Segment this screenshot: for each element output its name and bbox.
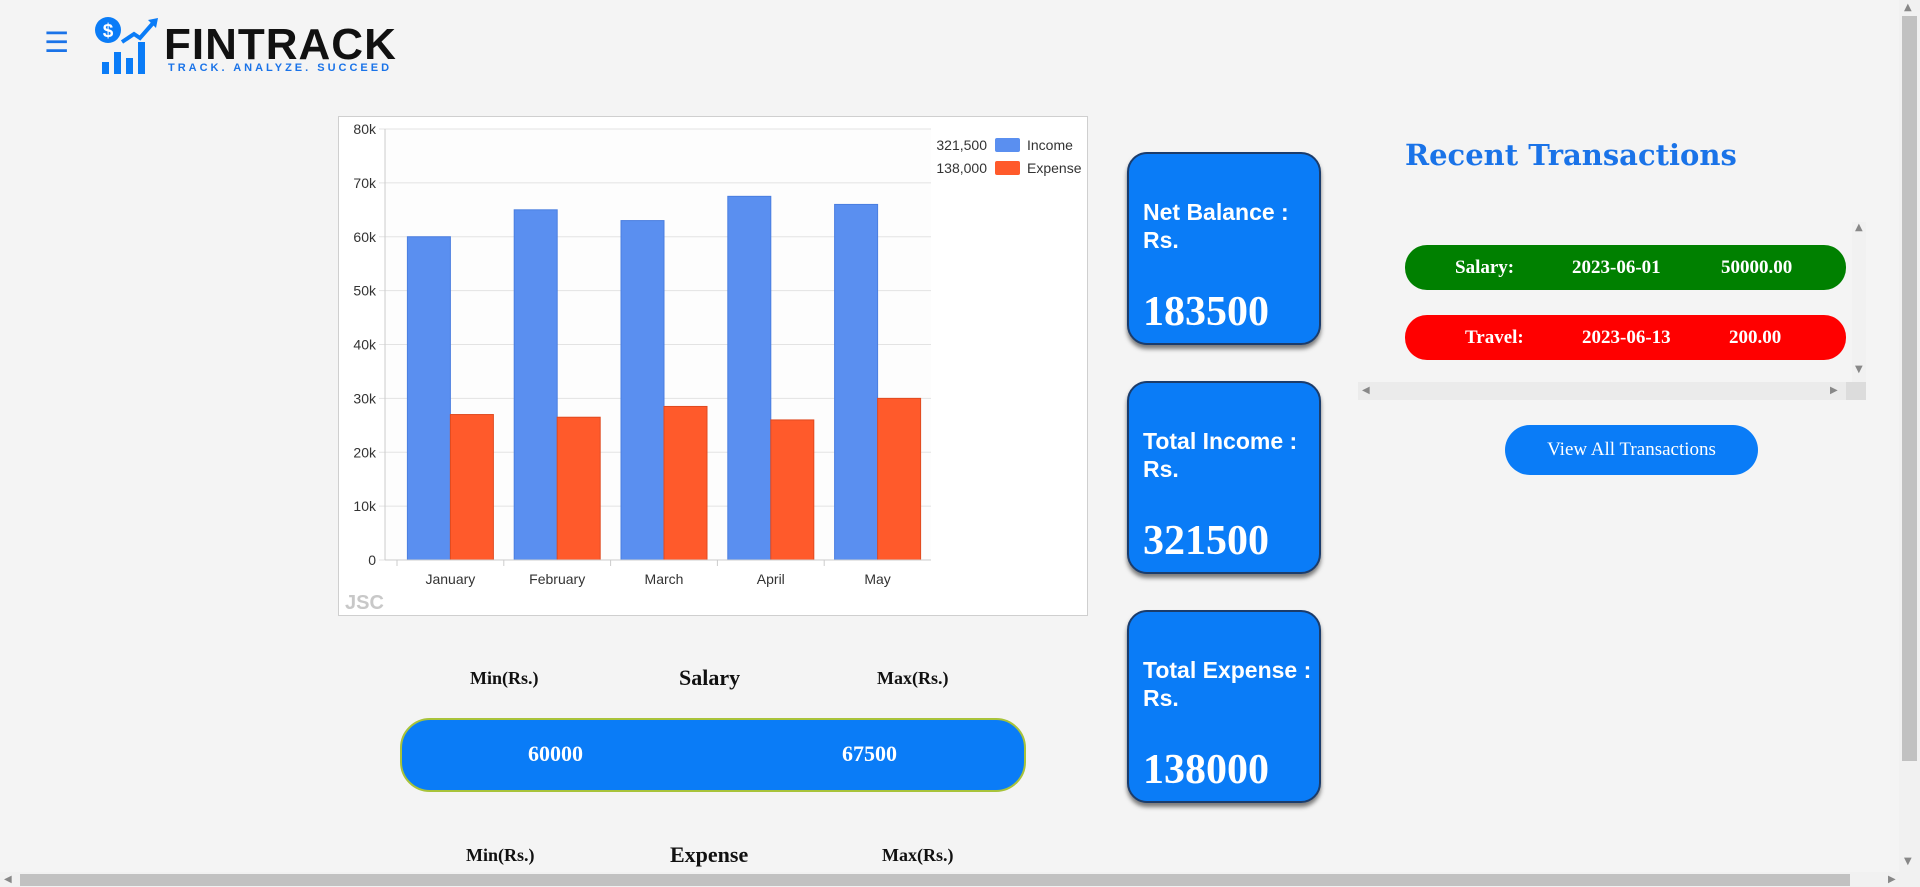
chart-watermark: JSC (345, 592, 384, 614)
bar-expense (556, 416, 601, 561)
transaction-amount: 200.00 (1729, 327, 1782, 348)
y-tick-label: 70k (353, 175, 377, 191)
y-tick-label: 60k (353, 229, 377, 245)
transaction-date: 2023-06-01 (1572, 257, 1661, 278)
total-expense-card: Total Expense : Rs. 138000 (1127, 610, 1321, 803)
page-vertical-scrollbar[interactable]: ▲ ▼ (1899, 0, 1920, 872)
page-scroll-down-icon[interactable]: ▼ (1904, 856, 1912, 867)
salary-range-pill: 60000 67500 (400, 718, 1026, 792)
total-expense-title: Total Expense : Rs. (1143, 657, 1312, 711)
y-tick-label: 50k (353, 283, 377, 299)
bar-income (834, 203, 879, 561)
legend-total: 321,500 (936, 137, 987, 153)
transactions-horizontal-scrollbar[interactable]: ◀ ▶ (1358, 382, 1866, 400)
y-tick-label: 80k (353, 121, 377, 137)
page-horizontal-scrollbar[interactable]: ◀ ▶ (0, 872, 1920, 887)
recent-transactions-title: Recent Transactions (1405, 138, 1737, 172)
bar-expense (449, 414, 494, 561)
salary-max-value: 67500 (842, 741, 897, 766)
page-scroll-right-icon[interactable]: ▶ (1888, 874, 1896, 885)
bar-income (406, 236, 451, 561)
bar-income (727, 195, 772, 561)
legend-label: Income (1027, 137, 1073, 153)
brand-tagline: TRACK. ANALYZE. SUCCEED (168, 62, 393, 74)
expense-min-label: Min(Rs.) (466, 845, 535, 865)
logo-chart-icon: $ (95, 17, 158, 74)
legend-total: 138,000 (936, 160, 987, 176)
bar-income (513, 209, 558, 561)
y-tick-label: 0 (368, 552, 376, 568)
x-tick-label: January (425, 571, 475, 587)
expense-max-label: Max(Rs.) (882, 845, 954, 865)
scroll-down-icon[interactable]: ▼ (1855, 364, 1863, 375)
logo[interactable]: $ FINTRACK TRACK. ANALYZE. SUCCEED (94, 16, 414, 76)
net-balance-card: Net Balance : Rs. 183500 (1127, 152, 1321, 345)
y-tick-label: 30k (353, 390, 377, 406)
page-vertical-scroll-thumb[interactable] (1902, 16, 1917, 761)
salary-min-value: 60000 (528, 741, 583, 766)
transactions-vertical-scrollbar[interactable]: ▲ ▼ (1852, 222, 1866, 382)
scroll-left-icon[interactable]: ◀ (1362, 385, 1370, 396)
y-tick-label: 20k (353, 444, 377, 460)
page-horizontal-scroll-thumb[interactable] (20, 874, 1850, 886)
salary-min-label: Min(Rs.) (470, 668, 539, 688)
transaction-category: Travel: (1465, 327, 1524, 348)
view-all-transactions-button[interactable]: View All Transactions (1505, 425, 1758, 475)
bar-expense (663, 405, 708, 561)
legend-swatch (995, 161, 1020, 175)
salary-max-label: Max(Rs.) (877, 668, 949, 688)
legend-label: Expense (1027, 160, 1082, 176)
page-scroll-up-icon[interactable]: ▲ (1904, 2, 1912, 13)
y-tick-label: 40k (353, 337, 377, 353)
total-income-title: Total Income : Rs. (1143, 428, 1298, 482)
bar-income (620, 220, 665, 561)
legend-swatch (995, 138, 1020, 152)
svg-text:$: $ (103, 21, 114, 42)
scroll-up-icon[interactable]: ▲ (1855, 222, 1863, 233)
page-scroll-left-icon[interactable]: ◀ (4, 874, 12, 885)
transaction-row[interactable]: Salary: 2023-06-01 50000.00 (1405, 245, 1846, 290)
transaction-amount: 50000.00 (1721, 257, 1793, 278)
net-balance-value: 183500 (1143, 289, 1269, 335)
y-tick-label: 10k (353, 498, 377, 514)
net-balance-title: Net Balance : Rs. (1143, 199, 1289, 253)
total-income-card: Total Income : Rs. 321500 (1127, 381, 1321, 574)
scroll-right-icon[interactable]: ▶ (1830, 385, 1838, 396)
chart-canvas: 0 10k 20k 30k 40k 50k 60k 70k 80k January February… (345, 121, 1082, 614)
total-expense-value: 138000 (1143, 747, 1269, 793)
hamburger-menu-icon[interactable]: ☰ (44, 28, 70, 58)
x-tick-label: February (529, 571, 585, 587)
transaction-row[interactable]: Travel: 2023-06-13 200.00 (1405, 315, 1846, 360)
bar-expense (770, 419, 815, 561)
salary-range-title: Salary (679, 665, 741, 690)
bar-expense (877, 397, 922, 561)
x-tick-label: April (757, 571, 785, 587)
transaction-category: Salary: (1455, 257, 1515, 278)
x-tick-label: March (645, 571, 684, 587)
x-tick-label: May (864, 571, 890, 587)
transaction-date: 2023-06-13 (1582, 327, 1671, 348)
income-expense-chart: 0 10k 20k 30k 40k 50k 60k 70k 80k January February… (338, 116, 1088, 616)
expense-range-title: Expense (670, 842, 749, 867)
total-income-value: 321500 (1143, 518, 1269, 564)
